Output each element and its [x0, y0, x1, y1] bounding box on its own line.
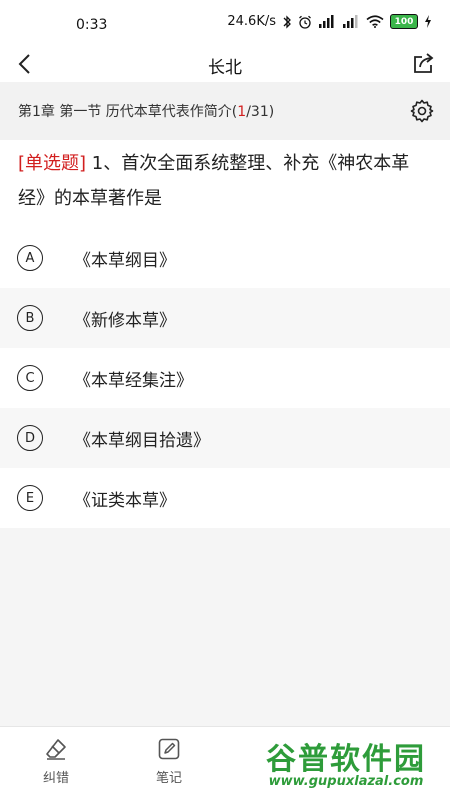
option-a[interactable]: A 《本草纲目》: [0, 228, 450, 288]
signal-icon-1: [319, 15, 334, 28]
watermark-url: www.gupuxlazal.com: [268, 774, 424, 789]
status-icons: 24.6K/s 100: [227, 14, 432, 29]
note-button[interactable]: 笔记: [139, 737, 199, 786]
option-text: 《新修本草》: [74, 310, 176, 331]
status-bar: 0:33 24.6K/s 100: [0, 0, 450, 48]
option-c[interactable]: C 《本草经集注》: [0, 348, 450, 408]
option-letter: B: [17, 305, 43, 331]
chapter-prefix: 第1章 第一节 历代本草代表作简介(: [18, 104, 238, 120]
option-b[interactable]: B 《新修本草》: [0, 288, 450, 348]
nav-bar: 长北: [0, 48, 450, 82]
current-question-number: 1: [237, 104, 247, 120]
option-letter: D: [17, 425, 43, 451]
option-text: 《证类本草》: [74, 490, 176, 511]
chapter-bar: 第1章 第一节 历代本草代表作简介(1/31): [0, 82, 450, 140]
option-letter: C: [17, 365, 43, 391]
question-stem: [单选题] 1、首次全面系统整理、补充《神农本革经》的本草著作是: [0, 140, 450, 228]
correct-error-label: 纠错: [42, 771, 69, 786]
option-text: 《本草纲目》: [74, 250, 176, 271]
share-icon[interactable]: [412, 51, 436, 75]
wifi-icon: [366, 15, 384, 28]
option-d[interactable]: D 《本草纲目拾遗》: [0, 408, 450, 468]
chapter-total: /31): [246, 104, 275, 120]
option-text: 《本草经集注》: [74, 370, 193, 391]
signal-icon-2: [343, 15, 358, 28]
bluetooth-icon: [283, 14, 291, 29]
eraser-icon: [46, 739, 66, 760]
charging-icon: [425, 15, 431, 28]
page-title: 长北: [208, 58, 242, 78]
question-type: [单选题]: [18, 153, 87, 174]
note-label: 笔记: [155, 771, 182, 786]
status-time: 0:33: [76, 17, 108, 33]
note-edit-icon: [158, 738, 180, 760]
chapter-progress: 第1章 第一节 历代本草代表作简介(1/31): [18, 101, 274, 121]
option-letter: E: [17, 485, 43, 511]
gear-icon[interactable]: [410, 99, 434, 123]
watermark: 谷普软件园 www.gupuxlazal.com: [248, 734, 444, 796]
network-speed: 24.6K/s: [227, 14, 276, 29]
correct-error-button[interactable]: 纠错: [26, 737, 86, 786]
option-e[interactable]: E 《证类本草》: [0, 468, 450, 528]
option-text: 《本草纲目拾遗》: [74, 430, 210, 451]
watermark-title: 谷普软件园: [266, 742, 426, 777]
alarm-icon: [299, 15, 311, 29]
option-letter: A: [17, 245, 43, 271]
battery-icon: 100: [390, 14, 418, 29]
